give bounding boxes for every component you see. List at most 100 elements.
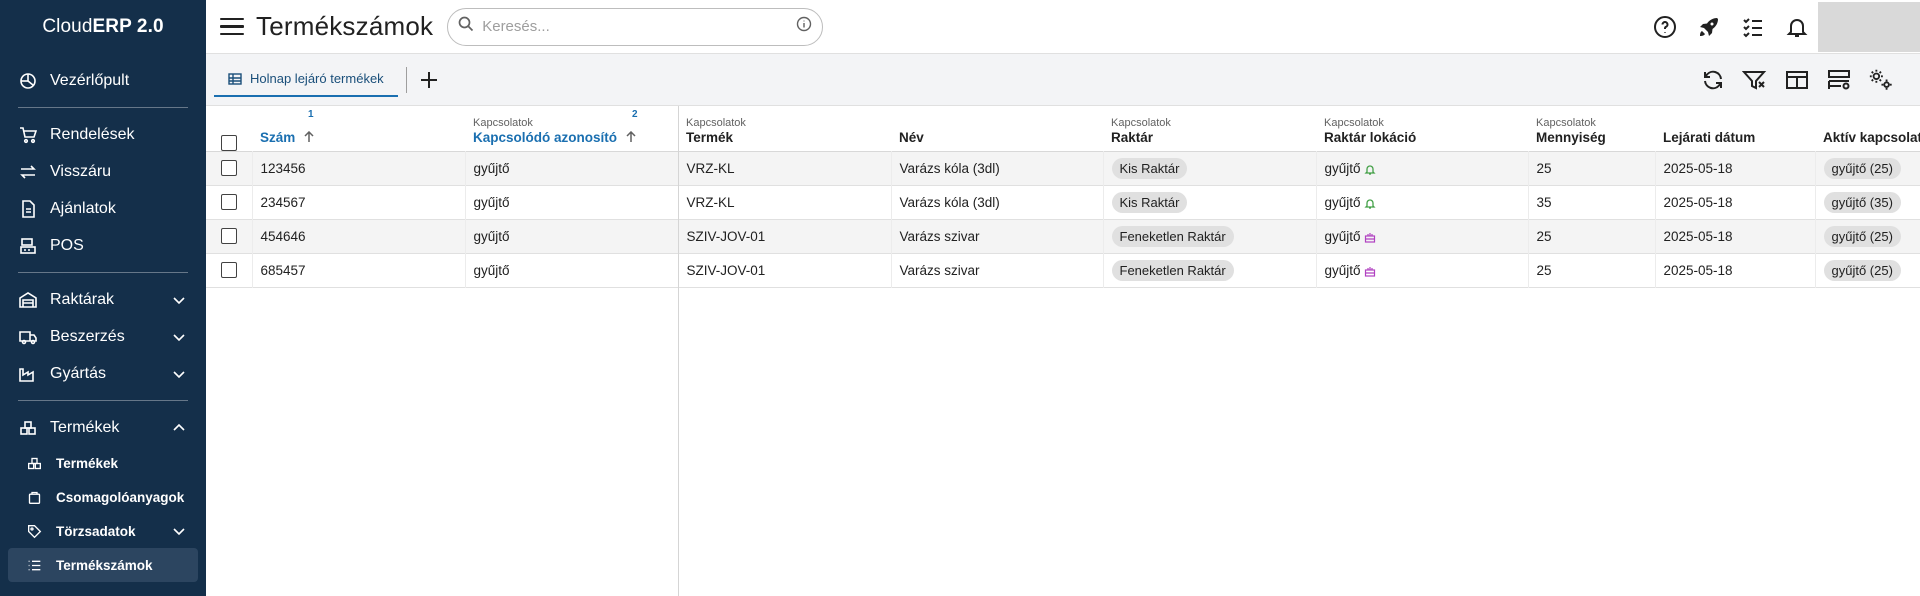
sidebar-subitem-packaging[interactable]: Csomagolóanyagok bbox=[0, 480, 206, 514]
cell-name: Varázs kóla (3dl) bbox=[891, 151, 1104, 185]
location-label: gyűjtő bbox=[1324, 228, 1361, 244]
columns-icon[interactable] bbox=[1784, 67, 1810, 93]
warehouse-chip[interactable]: Kis Raktár bbox=[1111, 157, 1188, 179]
bell-icon[interactable] bbox=[1784, 14, 1810, 40]
column-group: Kapcsolatok bbox=[1324, 116, 1384, 129]
sidebar-subitem-products[interactable]: Termékek bbox=[0, 446, 206, 480]
column-label: Aktív kapcsolat bbox=[1823, 129, 1920, 145]
column-header-warehouse[interactable]: Kapcsolatok Raktár bbox=[1103, 106, 1316, 151]
column-header-expiry-date[interactable]: Lejárati dátum bbox=[1655, 106, 1815, 151]
cell-expiry-date: 2025-05-18 bbox=[1655, 219, 1816, 253]
column-header-related-id[interactable]: Kapcsolatok Kapcsolódó azonosító 2 bbox=[465, 106, 678, 151]
checklist-icon[interactable] bbox=[1740, 14, 1766, 40]
column-group: Kapcsolatok bbox=[1536, 116, 1596, 129]
tab-label: Holnap lejáró termékek bbox=[250, 71, 384, 86]
refresh-icon[interactable] bbox=[1700, 67, 1726, 93]
sidebar-item-manufacturing[interactable]: Gyártás bbox=[0, 355, 206, 392]
active-link-chip[interactable]: gyűjtő (25) bbox=[1823, 157, 1901, 179]
chevron-down-icon bbox=[172, 330, 186, 344]
cell-warehouse: Feneketlen Raktár bbox=[1103, 219, 1317, 253]
boxes-icon bbox=[26, 455, 42, 471]
cell-product: SZIV-JOV-01 bbox=[678, 253, 892, 287]
help-icon[interactable] bbox=[1652, 14, 1678, 40]
cell-expiry-date: 2025-05-18 bbox=[1655, 151, 1816, 185]
gears-icon[interactable] bbox=[1868, 67, 1894, 93]
chevron-down-icon bbox=[172, 293, 186, 307]
cell-warehouse: Kis Raktár bbox=[1103, 151, 1317, 185]
row-checkbox[interactable] bbox=[220, 262, 237, 279]
cake-icon bbox=[1364, 265, 1376, 277]
active-link-chip[interactable]: gyűjtő (25) bbox=[1823, 259, 1901, 281]
rocket-icon[interactable] bbox=[1696, 14, 1722, 40]
cell-product: SZIV-JOV-01 bbox=[678, 219, 892, 253]
warehouse-chip[interactable]: Feneketlen Raktár bbox=[1111, 259, 1234, 281]
top-actions bbox=[1652, 14, 1810, 40]
cell-szam: 454646 bbox=[252, 219, 466, 253]
top-bar: Termékszámok bbox=[206, 0, 1920, 54]
row-checkbox[interactable] bbox=[220, 228, 237, 245]
table-row[interactable]: 123456 gyűjtő VRZ-KL Varázs kóla (3dl) Kis R… bbox=[206, 151, 1920, 185]
search-box[interactable] bbox=[447, 7, 824, 46]
warehouse-chip[interactable]: Kis Raktár bbox=[1111, 191, 1188, 213]
sidebar-item-orders[interactable]: Rendelések bbox=[0, 116, 206, 153]
column-header-name[interactable]: Név bbox=[891, 106, 1103, 151]
column-group: Kapcsolatok bbox=[1111, 116, 1171, 129]
add-tab-icon[interactable] bbox=[415, 66, 443, 94]
table-row[interactable]: 454646 gyűjtő SZIV-JOV-01 Varázs szivar Fene… bbox=[206, 219, 1920, 253]
row-select-cell bbox=[206, 151, 253, 185]
warehouse-chip[interactable]: Feneketlen Raktár bbox=[1111, 225, 1234, 247]
search-icon bbox=[458, 16, 474, 37]
table-row[interactable]: 234567 gyűjtő VRZ-KL Varázs kóla (3dl) Kis R… bbox=[206, 185, 1920, 219]
location-label: gyűjtő bbox=[1324, 194, 1361, 210]
sidebar-item-products[interactable]: Termékek bbox=[0, 409, 206, 446]
cell-location: gyűjtő bbox=[1316, 185, 1529, 219]
tab-tomorrow-expiring[interactable]: Holnap lejáró termékek bbox=[214, 63, 398, 97]
sidebar-subitem-master-data[interactable]: Törzsadatok bbox=[0, 514, 206, 548]
column-label: Szám bbox=[260, 129, 296, 145]
sort-ascending-icon[interactable] bbox=[303, 130, 315, 143]
filter-off-icon[interactable] bbox=[1742, 67, 1768, 93]
column-header-product[interactable]: Kapcsolatok Termék bbox=[678, 106, 891, 151]
column-group: Kapcsolatok bbox=[686, 116, 746, 129]
data-table: Szám 1 Kapcsolatok Kapcsolódó azonosító 2 K… bbox=[206, 106, 1920, 288]
list-icon bbox=[26, 557, 42, 573]
cell-related-id: gyűjtő bbox=[465, 151, 679, 185]
cake-icon bbox=[1364, 231, 1376, 243]
sort-ascending-icon[interactable] bbox=[625, 130, 637, 143]
column-header-active-link[interactable]: Aktív kapcsolat bbox=[1815, 106, 1920, 151]
sidebar-item-returns[interactable]: Visszáru bbox=[0, 153, 206, 190]
main-content: Termékszámok Keresés... Holnap lejáró te… bbox=[206, 0, 1920, 596]
sidebar-item-warehouses[interactable]: Raktárak bbox=[0, 281, 206, 318]
cell-quantity: 25 bbox=[1528, 219, 1656, 253]
active-link-chip[interactable]: gyűjtő (35) bbox=[1823, 191, 1901, 213]
select-all-checkbox[interactable] bbox=[221, 134, 237, 151]
sidebar-item-label: Rendelések bbox=[50, 125, 135, 143]
search-input[interactable] bbox=[482, 18, 797, 35]
info-icon[interactable] bbox=[796, 16, 812, 37]
active-link-chip[interactable]: gyűjtő (25) bbox=[1823, 225, 1901, 247]
user-avatar[interactable] bbox=[1818, 2, 1920, 52]
sidebar-item-label: Raktárak bbox=[50, 290, 115, 308]
sidebar-item-dashboard[interactable]: Vezérlőpult bbox=[0, 62, 206, 99]
sidebar-item-offers[interactable]: Ajánlatok bbox=[0, 190, 206, 227]
sidebar-subitem-product-numbers[interactable]: Termékszámok bbox=[8, 548, 198, 582]
cell-location: gyűjtő bbox=[1316, 253, 1529, 287]
column-header-szam[interactable]: Szám 1 bbox=[252, 106, 465, 151]
sidebar-item-purchasing[interactable]: Beszerzés bbox=[0, 318, 206, 355]
menu-icon[interactable] bbox=[220, 15, 244, 39]
brand-logo[interactable]: Cloud ERP 2.0 bbox=[0, 0, 206, 54]
row-checkbox[interactable] bbox=[220, 160, 237, 177]
table-settings-icon[interactable] bbox=[1826, 67, 1852, 93]
brand-main: ERP 2.0 bbox=[92, 16, 164, 37]
data-table-container: Szám 1 Kapcsolatok Kapcsolódó azonosító 2 K… bbox=[206, 106, 1920, 596]
package-icon bbox=[26, 489, 42, 505]
sidebar-item-pos[interactable]: POS bbox=[0, 227, 206, 264]
cell-active-link: gyűjtő (25) bbox=[1815, 253, 1920, 287]
table-row[interactable]: 685457 gyűjtő SZIV-JOV-01 Varázs szivar Fene… bbox=[206, 253, 1920, 287]
divider bbox=[405, 66, 407, 93]
column-header-quantity[interactable]: Kapcsolatok Mennyiség bbox=[1528, 106, 1655, 151]
row-checkbox[interactable] bbox=[220, 194, 237, 211]
sidebar-subitem-label: Csomagolóanyagok bbox=[56, 489, 185, 505]
cell-product: VRZ-KL bbox=[678, 185, 892, 219]
column-header-location[interactable]: Kapcsolatok Raktár lokáció bbox=[1316, 106, 1528, 151]
